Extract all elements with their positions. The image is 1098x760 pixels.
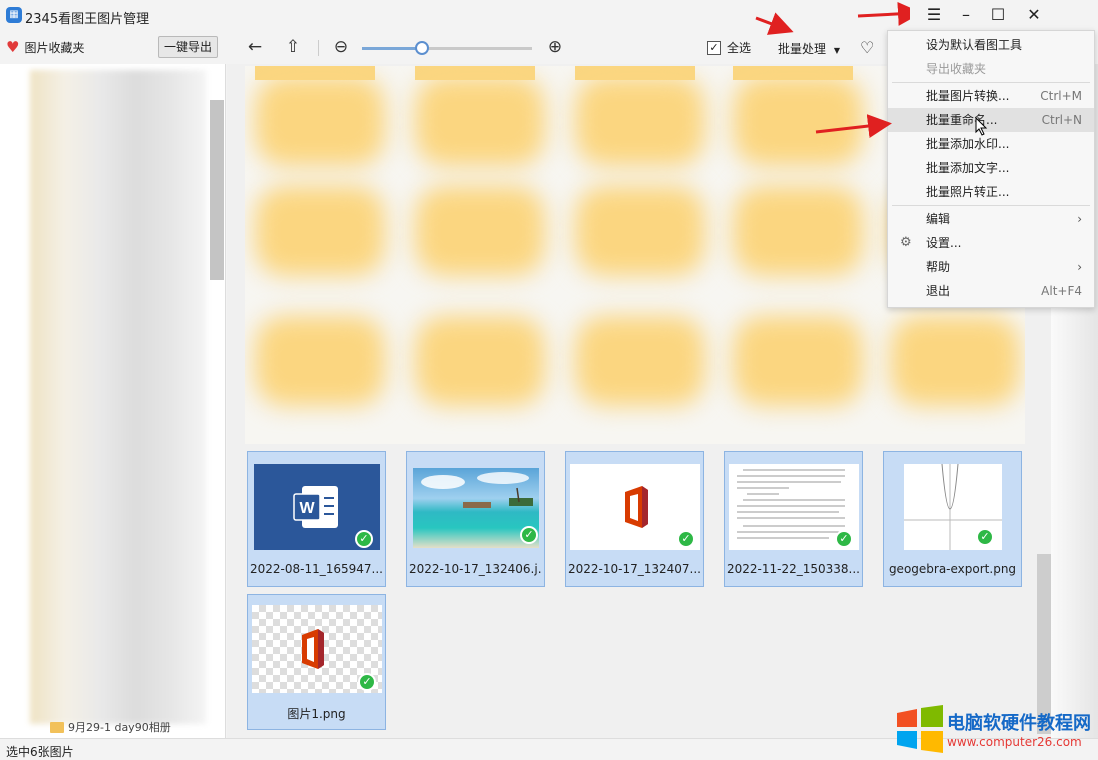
status-text: 选中6张图片	[6, 745, 74, 759]
main-menu-icon[interactable]: ☰	[916, 0, 952, 30]
favorites-button[interactable]: ♥ 图片收藏夹	[6, 39, 84, 56]
app-logo-icon: ▦	[6, 7, 22, 23]
back-arrow-icon[interactable]: ←	[244, 36, 266, 58]
watermark-site-name: 电脑软硬件教程网	[947, 713, 1091, 734]
mouse-cursor-icon	[975, 117, 988, 136]
tree-item[interactable]: 9月29-1 day90相册	[50, 718, 200, 736]
selected-check-icon: ✓	[835, 530, 853, 548]
menu-item-batch-text[interactable]: 批量添加文字...	[888, 156, 1094, 180]
heart-icon: ♥	[6, 38, 20, 56]
thumbnail-word[interactable]: W ✓ 2022-08-11_165947....	[247, 451, 386, 587]
thumbnail-caption: geogebra-export.png	[888, 562, 1017, 576]
menu-item-settings[interactable]: ⚙ 设置...	[888, 231, 1094, 255]
favorites-label: 图片收藏夹	[24, 41, 85, 55]
blurred-folder-tree	[30, 70, 206, 724]
chevron-right-icon: ›	[1077, 212, 1082, 226]
thumbnail-caption: 2022-08-11_165947....	[250, 562, 383, 576]
thumbnail-geogebra[interactable]: ✓ geogebra-export.png	[883, 451, 1022, 587]
tree-item-label: 9月29-1 day90相册	[68, 721, 171, 734]
thumbnail-caption: 2022-11-22_150338....	[727, 562, 860, 576]
folder-tree-panel[interactable]: 9月29-1 day90相册	[0, 64, 226, 738]
main-dropdown-menu: 设为默认看图工具 导出收藏夹 批量图片转换... Ctrl+M 批量重命名... C…	[887, 30, 1095, 308]
menu-separator	[892, 82, 1090, 83]
thumbnail-caption: 2022-10-17_132406.j...	[409, 562, 542, 576]
window-title: 2345看图王图片管理	[25, 12, 150, 27]
sidebar-scrollbar[interactable]	[210, 100, 224, 280]
thumbnail-office-png[interactable]: ✓ 图片1.png	[247, 594, 386, 730]
annotation-arrows	[755, 1, 910, 138]
title-bar: ▦ 2345看图王图片管理 ☰ – ☐ ✕	[0, 0, 1098, 32]
menu-separator	[892, 205, 1090, 206]
thumbnail-document[interactable]: ✓ 2022-11-22_150338....	[724, 451, 863, 587]
zoom-in-icon[interactable]: ⊕	[544, 36, 566, 58]
menu-item-export-favorites: 导出收藏夹	[926, 62, 987, 76]
menu-item-batch-convert[interactable]: 批量图片转换... Ctrl+M	[888, 84, 1094, 108]
export-button[interactable]: 一键导出	[158, 36, 218, 58]
menu-item-batch-rename[interactable]: 批量重命名... Ctrl+N	[888, 108, 1094, 132]
thumbnail-beach[interactable]: ✓ 2022-10-17_132406.j...	[406, 451, 545, 587]
site-watermark: 电脑软硬件教程网 www.computer26.com	[893, 705, 1098, 755]
menu-item-help[interactable]: 帮助 ›	[888, 255, 1094, 279]
gear-icon: ⚙	[900, 235, 912, 250]
chevron-right-icon: ›	[1077, 260, 1082, 274]
folder-icon	[50, 721, 64, 733]
selected-check-icon: ✓	[355, 530, 373, 548]
watermark-url: www.computer26.com	[947, 735, 1082, 749]
up-folder-icon[interactable]: ⇧	[282, 36, 304, 58]
zoom-slider[interactable]	[362, 47, 532, 50]
thumbnail-office[interactable]: ✓ 2022-10-17_132407....	[565, 451, 704, 587]
checkbox-checked-icon: ✓	[707, 40, 721, 55]
thumbnail-caption: 2022-10-17_132407....	[568, 562, 701, 576]
close-icon[interactable]: ✕	[1016, 0, 1052, 30]
maximize-icon[interactable]: ☐	[980, 0, 1016, 30]
svg-text:W: W	[299, 500, 315, 517]
menu-item-exit[interactable]: 退出 Alt+F4	[888, 279, 1094, 303]
menu-item-set-default[interactable]: 设为默认看图工具	[888, 33, 1094, 57]
selected-check-icon: ✓	[677, 530, 695, 548]
divider	[318, 40, 319, 56]
zoom-out-icon[interactable]: ⊖	[330, 36, 352, 58]
thumbnail-caption: 图片1.png	[287, 707, 346, 721]
zoom-slider-thumb[interactable]	[414, 41, 429, 55]
selected-check-icon: ✓	[976, 528, 994, 546]
menu-item-batch-rotate[interactable]: 批量照片转正...	[888, 180, 1094, 204]
zoom-slider-fill	[362, 47, 422, 50]
selected-check-icon: ✓	[520, 526, 538, 544]
windows-logo-icon	[897, 705, 943, 753]
menu-item-edit[interactable]: 编辑 ›	[888, 207, 1094, 231]
menu-item-batch-watermark[interactable]: 批量添加水印...	[888, 132, 1094, 156]
selected-check-icon: ✓	[358, 673, 376, 691]
minimize-icon[interactable]: –	[948, 0, 984, 30]
